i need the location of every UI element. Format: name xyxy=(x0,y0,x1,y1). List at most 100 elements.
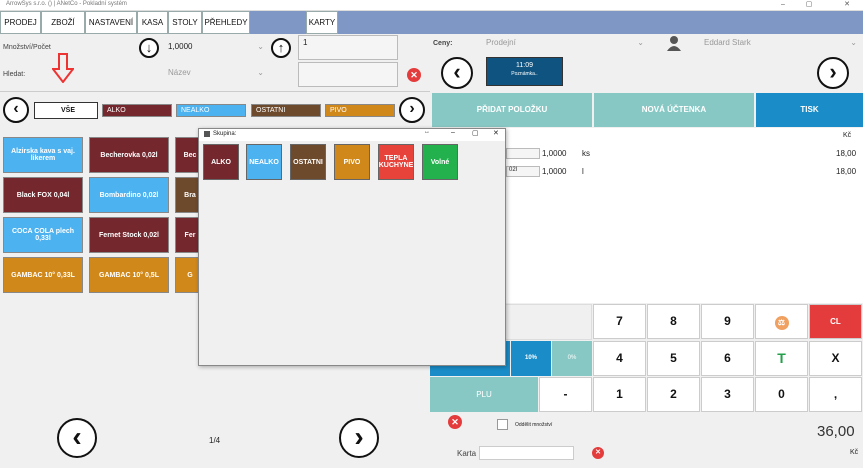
clear-button[interactable]: CL xyxy=(809,304,862,339)
dialog-minimize-icon[interactable]: – xyxy=(451,129,455,136)
key-6[interactable]: 6 xyxy=(701,341,754,376)
scale-button[interactable]: ⚖ xyxy=(755,304,808,339)
product-tile[interactable]: Alzirska kava s vaj. likerem xyxy=(3,137,83,173)
row-code: 02l xyxy=(506,166,540,177)
currency-header: Kč xyxy=(843,132,852,139)
group-pivo[interactable]: PIVO xyxy=(334,144,370,180)
prices-label: Ceny: xyxy=(433,40,453,47)
decrease-icon[interactable]: ↓ xyxy=(139,38,159,58)
search-input[interactable] xyxy=(298,62,398,87)
group-ostatni[interactable]: OSTATNI xyxy=(290,144,326,180)
row-price: 18,00 xyxy=(836,167,857,176)
dialog-titlebar: Skupina: ↔ – ▢ ✕ xyxy=(199,129,505,141)
menu-stoly[interactable]: STOLY xyxy=(168,11,202,34)
key-3[interactable]: 3 xyxy=(701,377,754,412)
search-label: Hledat: xyxy=(3,71,26,78)
dialog-title: Skupina: xyxy=(213,131,237,137)
discount-0-button[interactable]: 0% xyxy=(552,341,592,376)
increase-icon[interactable]: ↑ xyxy=(271,38,291,58)
prices-value: Prodejní xyxy=(486,38,516,47)
window-title: ArrowSys s.r.o. () | ANetCo - Pokladní s… xyxy=(6,1,127,7)
dialog-maximize-icon[interactable]: ▢ xyxy=(472,129,479,137)
search-field-select[interactable]: Název ⌄ xyxy=(168,68,266,82)
note-card[interactable]: 11:09 Poznámka.. xyxy=(486,57,563,86)
category-nealko[interactable]: NEALKO xyxy=(176,104,246,117)
red-arrow-icon xyxy=(50,53,76,84)
key-1[interactable]: 1 xyxy=(593,377,646,412)
page-next-icon[interactable]: › xyxy=(339,418,379,458)
minus-key[interactable]: - xyxy=(539,377,592,412)
print-button[interactable]: TISK xyxy=(756,93,863,127)
split-checkbox[interactable] xyxy=(497,419,508,430)
clear-search-icon[interactable]: ✕ xyxy=(407,68,421,82)
group-nealko[interactable]: NEALKO xyxy=(246,144,282,180)
total-amount: 36,00 xyxy=(817,423,855,440)
category-vse[interactable]: VŠE xyxy=(34,102,98,119)
discount-10-button[interactable]: 10% xyxy=(511,341,551,376)
title-bar: ArrowSys s.r.o. () | ANetCo - Pokladní s… xyxy=(0,0,863,11)
menu-zbozi[interactable]: ZBOŽÍ xyxy=(41,11,85,34)
minimize-icon[interactable]: – xyxy=(776,0,790,10)
add-item-button[interactable]: PŘIDAT POLOŽKU xyxy=(432,93,592,127)
group-tepla-kuchyne[interactable]: TEPLA KUCHYNE xyxy=(378,144,414,180)
menu-kasa[interactable]: KASA xyxy=(137,11,168,34)
new-receipt-button[interactable]: NOVÁ ÚČTENKA xyxy=(594,93,754,127)
qty-value: 1,0000 xyxy=(168,42,193,51)
category-alko[interactable]: ALKO xyxy=(102,104,172,117)
category-pivo[interactable]: PIVO xyxy=(325,104,395,117)
menu-prodej[interactable]: PRODEJ xyxy=(0,11,41,34)
product-tile[interactable]: COCA COLA plech 0,33l xyxy=(3,217,83,253)
product-tile[interactable]: Fernet Stock 0,02l xyxy=(89,217,169,253)
dialog-resize-icon: ↔ xyxy=(424,129,430,135)
table-row[interactable]: 02l 1,0000 l 18,00 xyxy=(506,166,863,178)
card-label: Karta xyxy=(457,449,477,458)
row-price: 18,00 xyxy=(836,149,857,158)
split-label: Oddělit množství xyxy=(515,422,553,428)
cat-prev-icon[interactable]: ‹ xyxy=(3,97,29,123)
qty-select[interactable]: 1,0000 ⌄ xyxy=(164,40,266,56)
user-name: Eddard Stark xyxy=(704,38,751,47)
clear-card-icon[interactable]: ✕ xyxy=(592,447,604,459)
key-2[interactable]: 2 xyxy=(647,377,700,412)
qty-label: Množství/Počet xyxy=(3,44,51,51)
comma-key[interactable]: , xyxy=(809,377,862,412)
t-key[interactable]: T xyxy=(755,341,808,376)
page-prev-icon[interactable]: ‹ xyxy=(57,418,97,458)
menu-nastaveni[interactable]: NASTAVENÍ xyxy=(85,11,137,34)
close-icon[interactable]: ✕ xyxy=(840,0,854,10)
category-ostatni[interactable]: OSTATNI xyxy=(251,104,321,117)
dialog-app-icon xyxy=(204,131,210,137)
total-currency: Kč xyxy=(850,449,859,456)
product-tile[interactable]: GAMBAC 10° 0,33L xyxy=(3,257,83,293)
key-8[interactable]: 8 xyxy=(647,304,700,339)
product-tile[interactable]: Bombardino 0,02l xyxy=(89,177,169,213)
plu-button[interactable]: PLU xyxy=(430,377,538,412)
key-5[interactable]: 5 xyxy=(647,341,700,376)
product-tile[interactable]: GAMBAC 10° 0,5L xyxy=(89,257,169,293)
table-row[interactable]: 1,0000 ks 18,00 xyxy=(506,148,863,160)
note-next-icon[interactable]: › xyxy=(817,57,849,89)
page-indicator: 1/4 xyxy=(209,436,221,445)
key-0[interactable]: 0 xyxy=(755,377,808,412)
menu-karty[interactable]: KARTY xyxy=(306,11,338,34)
menu-prehledy[interactable]: PŘEHLEDY xyxy=(202,11,250,34)
x-key[interactable]: X xyxy=(809,341,862,376)
dialog-close-icon[interactable]: ✕ xyxy=(493,129,499,137)
maximize-icon[interactable]: ▢ xyxy=(802,0,816,10)
key-9[interactable]: 9 xyxy=(701,304,754,339)
product-tile[interactable]: Becherovka 0,02l xyxy=(89,137,169,173)
user-select[interactable]: Eddard Stark ⌄ xyxy=(704,38,859,52)
group-volne[interactable]: Volné xyxy=(422,144,458,180)
cat-next-icon[interactable]: › xyxy=(399,97,425,123)
prices-select[interactable]: Prodejní ⌄ xyxy=(486,38,646,52)
row-unit: ks xyxy=(582,149,590,158)
delete-item-icon[interactable]: ✕ xyxy=(448,415,462,429)
card-input[interactable] xyxy=(479,446,574,460)
key-7[interactable]: 7 xyxy=(593,304,646,339)
key-4[interactable]: 4 xyxy=(593,341,646,376)
product-tile[interactable]: Black FOX 0,04l xyxy=(3,177,83,213)
note-prev-icon[interactable]: ‹ xyxy=(441,57,473,89)
group-alko[interactable]: ALKO xyxy=(203,144,239,180)
row-qty: 1,0000 xyxy=(542,149,567,158)
qty-input[interactable]: 1 xyxy=(298,35,398,60)
